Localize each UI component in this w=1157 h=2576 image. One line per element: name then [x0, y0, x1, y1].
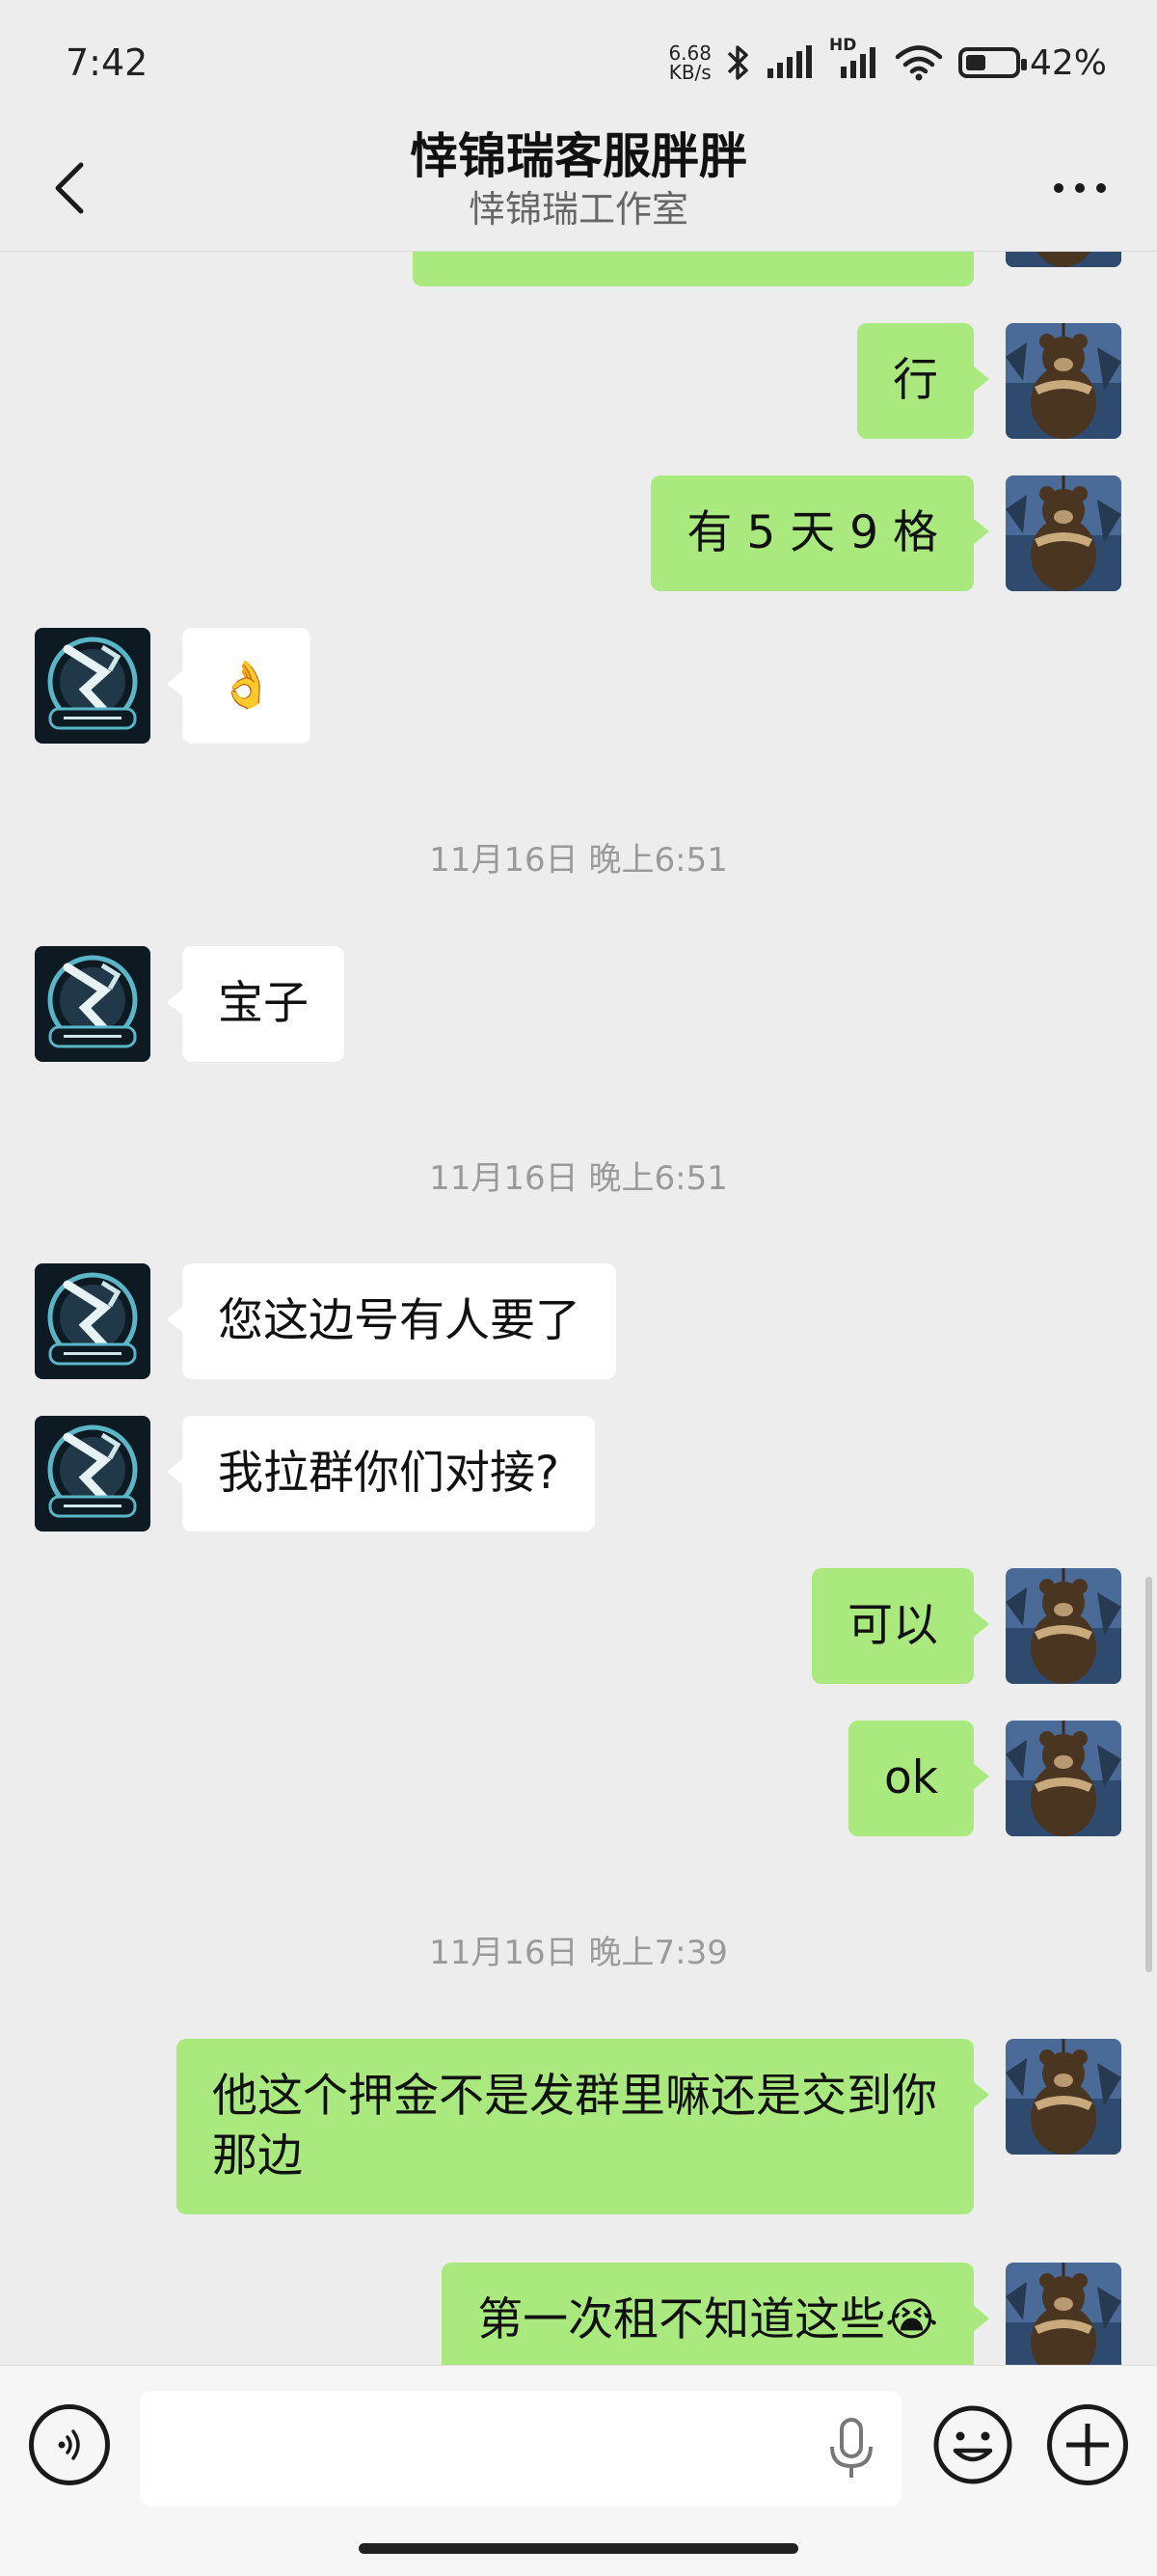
avatar[interactable]	[35, 628, 150, 744]
network-speed-value: 6.68	[668, 41, 712, 65]
message-input[interactable]	[140, 2391, 901, 2507]
avatar[interactable]	[1006, 475, 1121, 591]
wifi-icon	[895, 45, 943, 81]
message-bubble[interactable]: 行	[857, 323, 989, 439]
studio-avatar-image	[35, 1263, 150, 1379]
message-bubble[interactable]: ok	[848, 1721, 989, 1836]
more-actions-button[interactable]	[1047, 2404, 1128, 2485]
chat-title: 悻锦瑞客服胖胖	[410, 128, 747, 184]
message-bubble[interactable]: 宝子	[167, 946, 344, 1062]
chat-header: 悻锦瑞客服胖胖 悻锦瑞工作室	[0, 125, 1157, 252]
voice-mode-button[interactable]	[29, 2404, 110, 2485]
status-time: 7:42	[66, 41, 148, 84]
signal-hd: HD	[829, 36, 879, 80]
avatar[interactable]	[1006, 2039, 1121, 2155]
message-bubble[interactable]: 可以	[812, 1568, 989, 1684]
message-bubble[interactable]: 👌	[167, 628, 310, 744]
studio-avatar-image	[35, 1416, 150, 1532]
message-bubble[interactable]: 他这个押金不是发群里嘛还是交到你那边	[176, 2039, 989, 2214]
bear-avatar-image	[1006, 323, 1121, 439]
avatar[interactable]	[1006, 323, 1121, 439]
message-timestamp: 11月16日 晚上6:51	[429, 1159, 728, 1198]
status-icons: 6.68 KB/s HD 42%	[668, 36, 1107, 83]
voice-wave-icon	[58, 2429, 80, 2460]
smile-icon	[933, 2405, 1012, 2484]
more-dots-icon	[1054, 183, 1106, 193]
network-speed: 6.68 KB/s	[668, 43, 712, 82]
chat-title-box: 悻锦瑞客服胖胖 悻锦瑞工作室	[193, 125, 964, 231]
message-bubble[interactable]: 我拉群你们对接?	[167, 1416, 595, 1532]
home-indicator[interactable]	[359, 2543, 798, 2554]
network-speed-unit: KB/s	[668, 61, 712, 84]
message-timestamp: 11月16日 晚上6:51	[429, 841, 728, 880]
avatar[interactable]	[1006, 2263, 1121, 2365]
more-options-button[interactable]	[1041, 162, 1118, 214]
message-bubble[interactable]: 第一次租不知道这些😭	[442, 2263, 989, 2365]
avatar[interactable]	[35, 1416, 150, 1532]
bear-avatar-image	[1006, 1721, 1121, 1836]
message-bubble[interactable]	[413, 251, 974, 286]
bear-avatar-image	[1006, 251, 1121, 267]
avatar[interactable]	[1006, 251, 1121, 267]
back-button[interactable]	[35, 147, 102, 230]
avatar[interactable]	[35, 946, 150, 1062]
emoji-button[interactable]	[932, 2404, 1013, 2485]
chevron-left-icon	[55, 162, 84, 214]
avatar[interactable]	[1006, 1721, 1121, 1836]
bear-avatar-image	[1006, 2039, 1121, 2155]
signal-hd-icon	[840, 47, 875, 78]
message-bubble[interactable]: 有 5 天 9 格	[651, 475, 989, 591]
avatar[interactable]	[35, 1263, 150, 1379]
bluetooth-icon	[727, 45, 748, 80]
scrollbar[interactable]	[1145, 1577, 1152, 1972]
chat-subtitle: 悻锦瑞工作室	[468, 188, 688, 230]
signal-icon	[767, 45, 812, 78]
battery-percent: 42%	[1029, 42, 1107, 83]
bear-avatar-image	[1006, 1568, 1121, 1684]
studio-avatar-image	[35, 946, 150, 1062]
studio-avatar-image	[35, 628, 150, 744]
battery-indicator: 42%	[957, 42, 1107, 83]
avatar[interactable]	[1006, 1568, 1121, 1684]
bear-avatar-image	[1006, 475, 1121, 591]
message-list[interactable]: 行 有 5 天 9 格 👌 11月16日 晚上6:51 宝子 11月16日 晚上…	[0, 251, 1157, 2365]
bear-avatar-image	[1006, 2263, 1121, 2365]
status-bar: 7:42 6.68 KB/s HD 42%	[0, 0, 1157, 125]
battery-icon	[957, 47, 1027, 78]
message-bubble[interactable]: 您这边号有人要了	[167, 1263, 616, 1379]
message-timestamp: 11月16日 晚上7:39	[429, 1934, 728, 1972]
microphone-icon	[830, 2418, 873, 2478]
mic-button[interactable]	[827, 2418, 875, 2481]
